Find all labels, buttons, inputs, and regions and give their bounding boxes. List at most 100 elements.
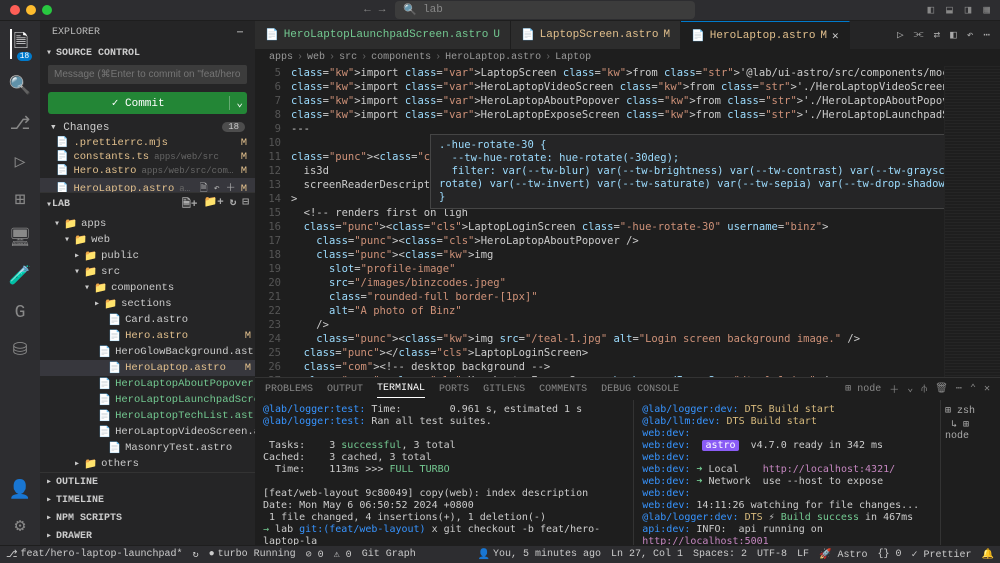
panel-tab-output[interactable]: OUTPUT	[327, 381, 363, 398]
tree-item[interactable]: 📄HeroLaptopAboutPopover.astroU	[40, 376, 255, 392]
commit-button[interactable]: ✓ Commit ⌄	[48, 92, 247, 114]
tree-item[interactable]: 📄HeroLaptopLaunchpadScreen.astroU	[40, 392, 255, 408]
eol-status[interactable]: LF	[797, 549, 809, 561]
warnings-status[interactable]: ⚠ 0	[334, 549, 352, 561]
sync-status[interactable]: ↻	[193, 549, 199, 561]
breadcrumb-item[interactable]: apps	[269, 52, 293, 63]
new-file-icon[interactable]: 🗎+	[182, 195, 197, 214]
panel-tab-terminal[interactable]: TERMINAL	[377, 380, 425, 398]
collapse-icon[interactable]: ⊟	[242, 195, 249, 214]
source-control-icon[interactable]: ⎇	[10, 113, 31, 135]
breadcrumb-item[interactable]: components	[371, 52, 431, 63]
editor-tab[interactable]: 📄LaptopScreen.astro M	[511, 21, 681, 49]
run-debug-icon[interactable]: ▷	[15, 151, 26, 173]
nav-back-icon[interactable]: ←	[364, 4, 371, 16]
panel-tab-comments[interactable]: COMMENTS	[539, 381, 587, 398]
minimap[interactable]	[944, 66, 1000, 377]
notifications-icon[interactable]: 🔔	[982, 549, 994, 561]
testing-icon[interactable]: 🧪	[9, 265, 31, 287]
prettier-status[interactable]: ✓ Prettier	[912, 549, 972, 561]
tree-item[interactable]: 📄Hero.astroM	[40, 328, 255, 344]
tab-more-icon[interactable]: ⋯	[983, 28, 990, 42]
kill-terminal-icon[interactable]: 🗑	[935, 383, 948, 395]
close-tab-icon[interactable]: ✕	[832, 29, 839, 43]
command-center-search[interactable]: 🔍 lab	[395, 1, 695, 19]
panel-tab-debug console[interactable]: DEBUG CONSOLE	[601, 381, 679, 398]
scm-file-item[interactable]: 📄Hero.astroapps/web/src/componentsM	[40, 164, 255, 178]
run-icon[interactable]: ▷	[897, 28, 904, 42]
cursor-position[interactable]: Ln 27, Col 1	[611, 549, 683, 561]
tree-item[interactable]: 📄HeroGlowBackground.astro	[40, 344, 255, 360]
close-window-button[interactable]	[10, 5, 20, 15]
terminal-pane-right[interactable]: @lab/logger:dev: DTS Build start @lab/ll…	[633, 400, 940, 545]
panel-more-icon[interactable]: ⋯	[956, 383, 962, 395]
terminal-dropdown-icon[interactable]: ⌄	[907, 383, 913, 395]
nav-forward-icon[interactable]: →	[379, 4, 386, 16]
layout-left-icon[interactable]: ◧	[928, 3, 935, 17]
tree-item[interactable]: 📄HeroLaptopTechList.astroU	[40, 408, 255, 424]
refresh-icon[interactable]: ↻	[230, 195, 237, 214]
split-icon[interactable]: ⫘	[914, 29, 924, 41]
tree-item[interactable]: 📄Card.astro	[40, 312, 255, 328]
breadcrumb[interactable]: apps›web›src›components›HeroLaptop.astro…	[255, 49, 1000, 66]
blame-status[interactable]: 👤 You, 5 minutes ago	[477, 549, 600, 561]
minimize-window-button[interactable]	[26, 5, 36, 15]
errors-status[interactable]: ⊘ 0	[306, 549, 324, 561]
new-folder-icon[interactable]: 📁+	[203, 195, 223, 214]
compare-icon[interactable]: ⇄	[934, 28, 941, 42]
panel-tab-problems[interactable]: PROBLEMS	[265, 381, 313, 398]
encoding-status[interactable]: UTF-8	[757, 549, 787, 561]
db-icon[interactable]: ⛁	[12, 339, 27, 361]
close-panel-icon[interactable]: ✕	[984, 383, 990, 395]
sidebar-more-icon[interactable]: ⋯	[237, 27, 243, 39]
scm-file-item[interactable]: 📄constants.tsapps/web/srcM	[40, 150, 255, 164]
commit-message-input[interactable]	[48, 65, 247, 84]
tree-item[interactable]: ▸📁others	[40, 456, 255, 472]
breadcrumb-item[interactable]: src	[339, 52, 357, 63]
scm-file-item[interactable]: 📄.prettierrc.mjsM	[40, 136, 255, 150]
branch-status[interactable]: ⎇ feat/hero-laptop-launchpad*	[6, 549, 183, 561]
tree-item[interactable]: ▸📁public	[40, 248, 255, 264]
settings-icon[interactable]: ⚙	[15, 515, 26, 537]
commit-dropdown-icon[interactable]: ⌄	[229, 96, 243, 110]
tree-item[interactable]: ▾📁src	[40, 264, 255, 280]
revert-icon[interactable]: ↶	[967, 28, 974, 42]
split-terminal-icon[interactable]: ⫛	[921, 383, 927, 395]
scm-file-item[interactable]: 📄HeroLaptop.astroapps/web/src/c...🗎 ↶ ＋M	[40, 178, 255, 192]
tree-item[interactable]: ▾📁web	[40, 232, 255, 248]
tree-item[interactable]: ▾📁apps	[40, 216, 255, 232]
terminal-item[interactable]: ⊞ zsh	[945, 404, 996, 418]
tree-item[interactable]: ▸📁sections	[40, 296, 255, 312]
terminal-type[interactable]: ⊞ node	[845, 383, 881, 395]
indent-status[interactable]: Spaces: 2	[693, 549, 747, 561]
tree-item[interactable]: ▾📁components	[40, 280, 255, 296]
outline-section[interactable]: ▸OUTLINE	[40, 473, 255, 491]
layout-right-icon[interactable]: ◨	[965, 3, 972, 17]
breadcrumb-item[interactable]: web	[307, 52, 325, 63]
timeline-section[interactable]: ▸TIMELINE	[40, 491, 255, 509]
search-activity-icon[interactable]: 🔍	[9, 75, 31, 97]
layout-custom-icon[interactable]: ▦	[983, 3, 990, 17]
layout-bottom-icon[interactable]: ⬓	[946, 3, 953, 17]
code-editor[interactable]: 5678910111213141516171819202122232425262…	[255, 66, 944, 377]
turbo-status[interactable]: ● turbo Running	[209, 549, 296, 560]
extensions-icon[interactable]: ⊞	[15, 189, 26, 211]
gitlens-icon[interactable]: G	[15, 303, 26, 323]
source-control-section[interactable]: ▾ SOURCE CONTROL	[40, 45, 255, 61]
lab-section-header[interactable]: ▾ LAB 🗎+ 📁+ ↻ ⊟	[40, 193, 255, 216]
tree-item[interactable]: 📄HeroLaptopVideoScreen.astro	[40, 424, 255, 440]
editor-tab[interactable]: 📄HeroLaptop.astro M ✕	[681, 21, 850, 49]
npm-section[interactable]: ▸NPM SCRIPTS	[40, 509, 255, 527]
changes-header[interactable]: ▾ Changes 18	[40, 118, 255, 136]
tree-item[interactable]: 📄HeroLaptop.astroM	[40, 360, 255, 376]
editor-tab[interactable]: 📄HeroLaptopLaunchpadScreen.astro U	[255, 21, 511, 49]
tree-item[interactable]: 📄MasonryTest.astro	[40, 440, 255, 456]
breadcrumb-item[interactable]: Laptop	[555, 52, 591, 63]
terminal-item[interactable]: ↳ ⊞ node	[945, 418, 996, 443]
gitgraph-status[interactable]: Git Graph	[362, 549, 416, 560]
remote-icon[interactable]: 🖥	[9, 227, 32, 249]
maximize-panel-icon[interactable]: ⌃	[970, 383, 976, 395]
new-terminal-icon[interactable]: ＋	[889, 381, 899, 397]
format-status[interactable]: {} 0	[878, 549, 902, 561]
panel-tab-ports[interactable]: PORTS	[439, 381, 469, 398]
